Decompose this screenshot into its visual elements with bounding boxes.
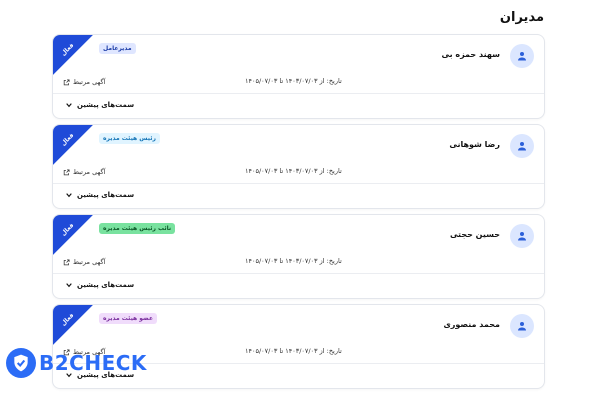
manager-meta: تاریخ: از ۱۴۰۳/۰۷/۰۳ تا ۱۴۰۵/۰۷/۰۳ آگهی …	[53, 75, 544, 92]
related-ad-link[interactable]: آگهی مرتبط	[63, 258, 105, 266]
chevron-down-icon	[66, 193, 72, 198]
avatar	[510, 224, 534, 248]
manager-card: فعال سهند حمزه بی مدیرعامل تاریخ: از ۱۴۰…	[52, 34, 545, 119]
manager-card: فعال رضا شوهانی رئیس هیئت مدیره تاریخ: ا…	[52, 124, 545, 209]
avatar	[510, 314, 534, 338]
related-ad-label: آگهی مرتبط	[73, 258, 106, 266]
date-range: تاریخ: از ۱۴۰۳/۰۷/۰۳ تا ۱۴۰۵/۰۷/۰۳	[245, 167, 342, 175]
chevron-down-icon	[66, 283, 72, 288]
manager-card: فعال حسین حجتی نائب رئیس هیئت مدیره تاری…	[52, 214, 545, 299]
previous-positions-toggle[interactable]: سمت‌های پیشین	[53, 95, 544, 118]
previous-positions-button[interactable]: سمت‌های پیشین	[65, 101, 134, 109]
b2check-logo-icon	[6, 348, 36, 378]
previous-positions-button[interactable]: سمت‌های پیشین	[65, 191, 134, 199]
avatar	[510, 44, 534, 68]
previous-positions-label: سمت‌های پیشین	[77, 101, 135, 109]
manager-meta: تاریخ: از ۱۴۰۳/۰۷/۰۳ تا ۱۴۰۵/۰۷/۰۳ آگهی …	[53, 165, 544, 182]
role-badge: رئیس هیئت مدیره	[99, 133, 160, 144]
divider	[53, 273, 544, 274]
date-range: تاریخ: از ۱۴۰۳/۰۷/۰۳ تا ۱۴۰۵/۰۷/۰۳	[245, 77, 342, 85]
manager-name: محمد منصوری	[443, 320, 500, 329]
date-range: تاریخ: از ۱۴۰۳/۰۷/۰۳ تا ۱۴۰۵/۰۷/۰۳	[245, 347, 342, 355]
manager-header: حسین حجتی نائب رئیس هیئت مدیره	[53, 215, 544, 255]
related-ad-link[interactable]: آگهی مرتبط	[63, 78, 105, 86]
b2check-logo-text: B2CHECK	[39, 351, 147, 375]
divider	[53, 93, 544, 94]
previous-positions-button[interactable]: سمت‌های پیشین	[65, 281, 134, 289]
managers-page: مدیران فعال سهند حمزه بی مدیرعامل تاریخ:…	[0, 0, 600, 400]
page-title: مدیران	[499, 10, 544, 25]
user-icon	[518, 52, 526, 61]
manager-name: سهند حمزه بی	[441, 50, 500, 59]
external-link-icon	[63, 169, 70, 175]
role-badge: نائب رئیس هیئت مدیره	[99, 223, 176, 234]
manager-name: حسین حجتی	[449, 230, 500, 239]
related-ad-link[interactable]: آگهی مرتبط	[63, 168, 105, 176]
chevron-down-icon	[66, 103, 72, 108]
b2check-logo: B2CHECK	[6, 348, 147, 378]
manager-header: رضا شوهانی رئیس هیئت مدیره	[53, 125, 544, 165]
manager-name: رضا شوهانی	[449, 140, 500, 149]
divider	[53, 183, 544, 184]
avatar	[510, 134, 534, 158]
previous-positions-toggle[interactable]: سمت‌های پیشین	[53, 185, 544, 208]
user-icon	[518, 232, 526, 241]
manager-header: محمد منصوری عضو هیئت مدیره	[53, 305, 544, 345]
external-link-icon	[63, 79, 70, 85]
previous-positions-label: سمت‌های پیشین	[77, 281, 135, 289]
role-badge: عضو هیئت مدیره	[99, 313, 158, 324]
external-link-icon	[63, 259, 70, 265]
related-ad-label: آگهی مرتبط	[73, 78, 106, 86]
previous-positions-toggle[interactable]: سمت‌های پیشین	[53, 275, 544, 298]
manager-header: سهند حمزه بی مدیرعامل	[53, 35, 544, 75]
previous-positions-label: سمت‌های پیشین	[77, 191, 135, 199]
user-icon	[518, 322, 526, 331]
date-range: تاریخ: از ۱۴۰۳/۰۷/۰۳ تا ۱۴۰۵/۰۷/۰۳	[245, 257, 342, 265]
manager-meta: تاریخ: از ۱۴۰۳/۰۷/۰۳ تا ۱۴۰۵/۰۷/۰۳ آگهی …	[53, 255, 544, 272]
role-badge: مدیرعامل	[99, 43, 136, 54]
related-ad-label: آگهی مرتبط	[73, 168, 106, 176]
user-icon	[518, 142, 526, 151]
